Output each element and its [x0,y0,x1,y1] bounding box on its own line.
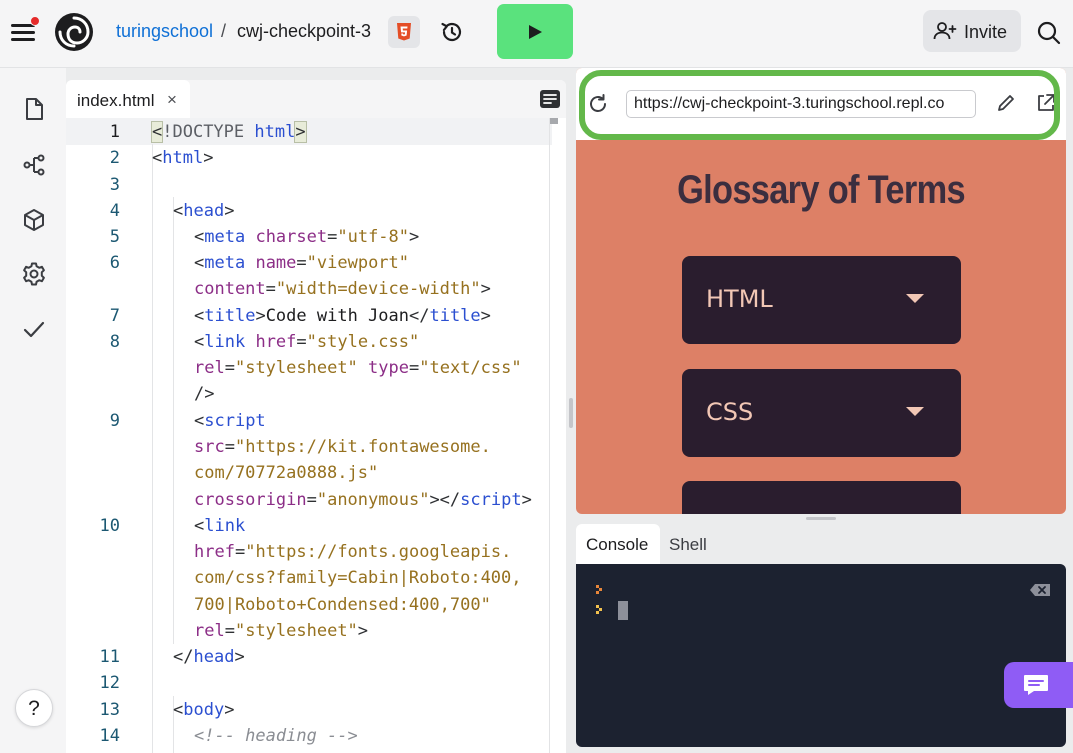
package-icon[interactable] [21,207,47,233]
top-bar: turingschool / cwj-checkpoint-3 Invite [0,0,1073,68]
code-line: <link href="style.css" [194,332,420,352]
git-icon[interactable] [21,152,47,178]
line-number: 6 [109,253,120,273]
line-number: 10 [99,516,120,536]
code-line: 700|Roboto+Condensed:400,700" [194,595,491,615]
code-line: <meta charset="utf-8"> [194,227,420,247]
html5-icon [397,23,411,41]
code-line: href="https://fonts.googleapis. [194,542,512,562]
replit-logo-icon[interactable] [54,12,94,52]
search-icon[interactable] [1036,20,1062,46]
accordion-label: HTML [706,285,773,313]
editor-scrollbar-thumb[interactable] [550,118,558,124]
code-line: <title>Code with Joan</title> [194,306,491,326]
code-area[interactable]: 1 2 3 4 5 6 7 8 9 10 11 12 13 14 <!DOCTY… [66,118,566,753]
accordion-item-partial[interactable] [682,481,961,514]
url-bar-highlight [579,70,1060,140]
code-line: crossorigin="anonymous"></script> [194,490,532,510]
code-line: rel="stylesheet"> [194,621,369,641]
indent-guide [173,197,174,644]
tab-shell[interactable]: Shell [669,524,707,564]
prompt-chevron-icon [596,605,602,614]
history-icon[interactable] [438,18,466,46]
left-sidebar [0,68,66,753]
repl-name[interactable]: cwj-checkpoint-3 [237,21,371,42]
help-button[interactable]: ? [15,689,53,727]
code-line: <body> [173,700,235,720]
line-number: 5 [109,227,120,247]
accordion-item-css[interactable]: CSS [682,369,961,457]
code-line: <html> [152,148,214,168]
team-link[interactable]: turingschool [116,21,213,42]
breadcrumb-separator: / [221,21,227,41]
invite-label: Invite [964,22,1008,42]
console-tab-bar: Console Shell [576,522,1066,564]
prompt-chevron-icon [596,585,602,594]
line-number: 7 [109,306,120,326]
horizontal-resize-handle[interactable] [806,517,836,520]
file-tab[interactable]: index.html × [66,80,190,118]
accordion-label: CSS [706,398,754,426]
caret-down-icon [906,294,924,303]
code-line: /> [194,384,215,404]
settings-icon[interactable] [21,261,47,287]
line-number: 2 [109,148,120,168]
code-line: <meta name="viewport" [194,253,410,273]
code-line: <script [194,411,266,431]
line-number: 9 [109,411,120,431]
line-number: 3 [109,175,120,195]
code-line: <!DOCTYPE html> [150,121,307,143]
check-icon[interactable] [21,316,47,342]
invite-button[interactable]: Invite [923,10,1021,52]
html5-language-badge[interactable] [388,16,420,48]
indent-guide [152,144,153,753]
line-number-gutter: 1 2 3 4 5 6 7 8 9 10 11 12 13 14 [66,118,128,753]
close-icon[interactable]: × [167,90,177,110]
code-line: rel="stylesheet" type="text/css" [194,358,522,378]
line-number: 13 [99,700,120,720]
help-label: ? [28,697,40,720]
file-icon[interactable] [21,96,47,122]
webview-panel: Glossary of Terms HTML CSS [576,68,1066,514]
code-line: <head> [173,201,235,221]
code-line: <link [194,516,246,536]
editor-tab-bar: index.html × [66,80,566,118]
code-line: </head> [173,647,245,667]
console-cursor [618,601,628,620]
code-line: src="https://kit.fontawesome. [194,437,491,457]
notification-dot [30,16,40,26]
tab-console[interactable]: Console [576,524,660,564]
webview-url-bar [576,68,1066,140]
panel-resize-handle[interactable] [569,398,573,428]
run-button[interactable] [497,4,573,59]
code-line: content="width=device-width"> [194,279,491,299]
backspace-icon[interactable] [1029,583,1051,597]
code-line: <!-- heading --> [194,726,358,746]
chat-icon [1024,675,1048,695]
line-number: 14 [99,726,120,746]
console-output[interactable] [576,564,1066,747]
line-number: 11 [99,647,120,667]
chat-button[interactable] [1004,662,1073,708]
play-icon [529,25,542,39]
line-number: 4 [109,201,120,221]
active-line-highlight [66,118,552,145]
line-number: 8 [109,332,120,352]
editor-options-icon[interactable] [539,89,561,109]
code-line: com/70772a0888.js" [194,463,379,483]
code-line: com/css?family=Cabin|Roboto:400, [194,568,522,588]
code-editor-panel: index.html × 1 2 3 4 5 6 7 8 9 10 11 12 … [66,80,566,753]
file-tab-name: index.html [77,91,155,110]
page-heading: Glossary of Terms [677,168,966,212]
line-number: 12 [99,673,120,693]
accordion-item-html[interactable]: HTML [682,256,961,344]
add-person-icon [933,22,957,40]
editor-scrollbar-track[interactable] [549,118,550,753]
caret-down-icon [906,407,924,416]
line-number: 1 [109,122,120,142]
